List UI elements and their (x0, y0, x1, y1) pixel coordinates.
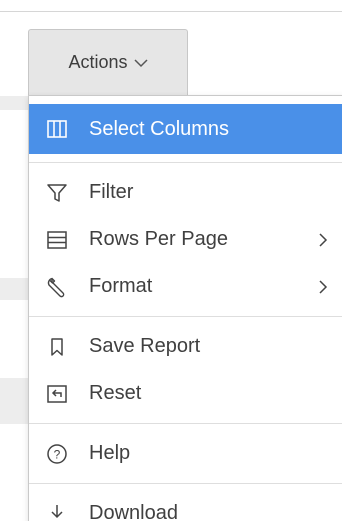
menu-group-columns: Select Columns (29, 96, 342, 163)
menu-group-export: Download (29, 484, 342, 521)
menu-item-label: Save Report (89, 335, 201, 357)
menu-item-reset[interactable]: Reset (29, 370, 342, 417)
help-icon: ? (45, 442, 69, 466)
filter-icon (45, 181, 69, 205)
menu-item-label: Help (89, 442, 131, 464)
chevron-right-icon (319, 232, 328, 247)
menu-item-filter[interactable]: Filter (29, 169, 342, 216)
menu-item-label: Rows Per Page (89, 228, 228, 250)
background-row (0, 278, 28, 300)
menu-item-download[interactable]: Download (29, 490, 342, 521)
menu-item-save-report[interactable]: Save Report (29, 323, 342, 370)
svg-text:?: ? (54, 447, 61, 461)
columns-icon (45, 117, 69, 141)
report-page: Actions Select Columns Filter Rows Per P… (0, 0, 342, 521)
menu-item-label: Filter (89, 181, 134, 203)
menu-item-label: Select Columns (89, 117, 230, 140)
bookmark-icon (45, 335, 69, 359)
actions-button-label: Actions (68, 52, 128, 72)
actions-menu-button[interactable]: Actions (28, 29, 188, 95)
menu-item-format[interactable]: Format (29, 263, 342, 310)
menu-group-view: Filter Rows Per Page Format (29, 163, 342, 317)
menu-item-label: Download (89, 502, 178, 521)
toolbar-divider (0, 11, 342, 12)
actions-dropdown-menu: Select Columns Filter Rows Per Page Form… (28, 95, 342, 521)
menu-item-rows-per-page[interactable]: Rows Per Page (29, 216, 342, 263)
chevron-right-icon (319, 279, 328, 294)
background-row (0, 378, 28, 424)
chevron-down-icon (133, 58, 148, 67)
menu-group-report: Save Report Reset (29, 317, 342, 424)
menu-group-help: ? Help (29, 424, 342, 484)
download-icon (45, 502, 69, 521)
menu-item-label: Reset (89, 382, 142, 404)
background-row (0, 96, 28, 110)
menu-item-select-columns[interactable]: Select Columns (29, 104, 342, 154)
reset-icon (45, 382, 69, 406)
menu-item-help[interactable]: ? Help (29, 430, 342, 477)
rows-icon (45, 228, 69, 252)
menu-item-label: Format (89, 275, 153, 297)
wrench-icon (45, 275, 69, 299)
